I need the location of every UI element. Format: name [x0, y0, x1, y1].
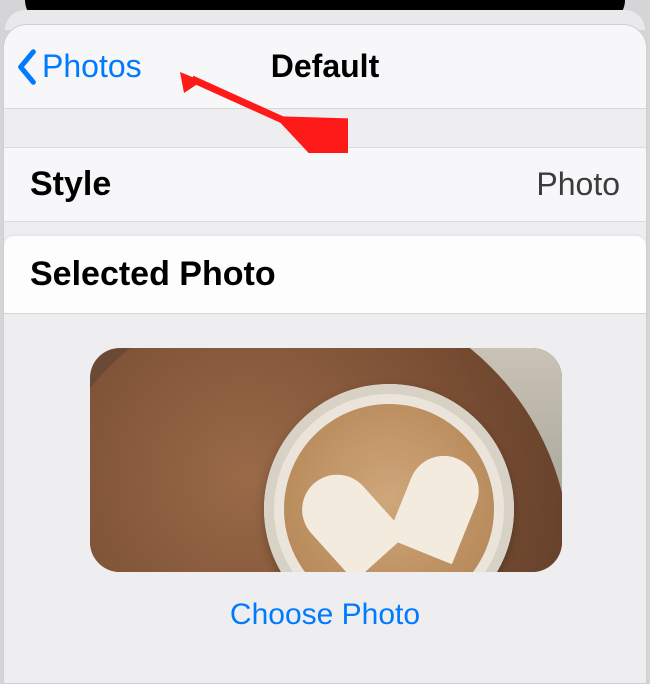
style-row-label: Style — [30, 165, 111, 204]
style-row-value: Photo — [536, 166, 620, 203]
photo-latte-art — [320, 428, 457, 557]
photo-coffee — [284, 404, 494, 572]
chevron-left-icon — [14, 48, 40, 86]
photo-area: Choose Photo — [4, 314, 646, 632]
navigation-bar: Photos Default — [4, 25, 646, 109]
settings-sheet: Photos Default Style Photo Selected Phot… — [3, 24, 647, 684]
choose-photo-button[interactable]: Choose Photo — [90, 598, 560, 632]
back-button[interactable]: Photos — [4, 48, 142, 86]
selected-photo-header: Selected Photo — [4, 236, 646, 314]
selected-photo-thumbnail[interactable] — [90, 348, 562, 572]
back-button-label: Photos — [42, 48, 142, 85]
style-row[interactable]: Style Photo — [4, 147, 646, 222]
